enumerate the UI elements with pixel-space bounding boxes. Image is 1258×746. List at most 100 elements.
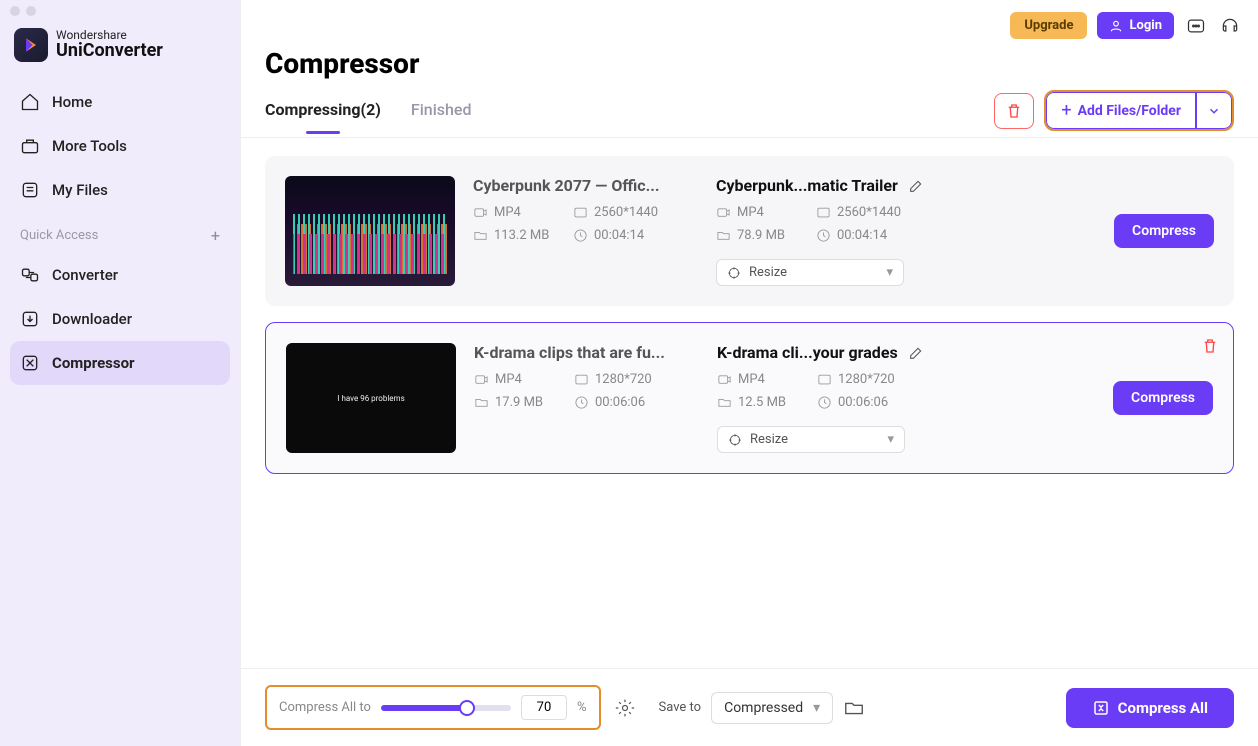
support-icon[interactable] (1218, 14, 1242, 38)
tab-finished[interactable]: Finished (411, 100, 472, 133)
logo-icon (14, 28, 48, 62)
folder-icon (717, 395, 732, 410)
add-quick-access-button[interactable]: + (211, 226, 220, 245)
settings-icon[interactable] (615, 698, 635, 718)
dot (26, 6, 36, 16)
compressor-icon (20, 353, 40, 373)
thumbnail[interactable] (285, 176, 455, 286)
meta-size: 78.9 MB (737, 228, 785, 243)
upgrade-button[interactable]: Upgrade (1010, 12, 1087, 39)
chevron-down-icon: ▾ (813, 700, 820, 716)
folder-icon (474, 395, 489, 410)
topbar: Upgrade Login (241, 0, 1258, 39)
open-folder-button[interactable] (843, 697, 865, 719)
compress-icon (1092, 699, 1110, 717)
resolution-icon (573, 205, 588, 220)
plus-icon: + (1061, 100, 1071, 121)
meta-res: 1280*720 (595, 372, 652, 387)
folder-icon (716, 228, 731, 243)
downloader-icon (20, 309, 40, 329)
resize-select[interactable]: Resize ▾ (716, 259, 904, 286)
quick-access-label: Quick Access (20, 228, 98, 243)
save-value: Compressed (724, 700, 803, 716)
file-card: Cyberpunk 2077 — Offic... MP4 2560*1440 … (265, 156, 1234, 306)
sidebar-item-downloader[interactable]: Downloader (10, 297, 230, 341)
edit-icon[interactable] (908, 345, 924, 361)
sidebar-item-label: More Tools (52, 137, 127, 155)
sidebar-item-compressor[interactable]: Compressor (10, 341, 230, 385)
sidebar-item-label: My Files (52, 181, 108, 199)
meta-size: 113.2 MB (494, 228, 549, 243)
file-card: I have 96 problems K-drama clips that ar… (265, 322, 1234, 474)
sidebar-item-converter[interactable]: Converter (10, 253, 230, 297)
chevron-down-icon: ▾ (886, 265, 893, 280)
thumbnail[interactable]: I have 96 problems (286, 343, 456, 453)
meta-res: 2560*1440 (594, 205, 658, 220)
tab-compressing[interactable]: Compressing(2) (265, 100, 381, 133)
meta-format: MP4 (738, 372, 765, 387)
meta-dur: 00:06:06 (595, 395, 645, 410)
compress-button[interactable]: Compress (1113, 381, 1213, 415)
page-title: Compressor (241, 39, 1258, 80)
slider-knob[interactable] (459, 700, 475, 716)
edit-icon[interactable] (908, 178, 924, 194)
delete-row-button[interactable] (1201, 337, 1219, 355)
app-logo: Wondershare UniConverter (0, 22, 240, 80)
video-icon (474, 372, 489, 387)
save-to-label: Save to (659, 700, 702, 715)
resolution-icon (816, 205, 831, 220)
resize-label: Resize (750, 432, 788, 447)
sidebar: Wondershare UniConverter Home More Tools… (0, 0, 240, 746)
chevron-down-icon (1207, 104, 1221, 118)
sidebar-item-label: Converter (52, 266, 118, 284)
meta-format: MP4 (494, 205, 521, 220)
output-title: Cyberpunk...matic Trailer (716, 176, 898, 195)
target-icon (728, 433, 742, 447)
clock-icon (816, 228, 831, 243)
delete-all-button[interactable] (994, 93, 1034, 129)
sidebar-item-label: Downloader (52, 310, 132, 328)
message-icon[interactable] (1184, 14, 1208, 38)
sidebar-item-my-files[interactable]: My Files (10, 168, 230, 212)
meta-res: 2560*1440 (837, 205, 901, 220)
compress-all-slider-box: Compress All to % (265, 685, 601, 730)
meta-res: 1280*720 (838, 372, 895, 387)
home-icon (20, 92, 40, 112)
sidebar-item-label: Home (52, 93, 92, 111)
sidebar-item-more-tools[interactable]: More Tools (10, 124, 230, 168)
chevron-down-icon: ▾ (887, 432, 894, 447)
trash-icon (1005, 102, 1023, 120)
sidebar-item-home[interactable]: Home (10, 80, 230, 124)
meta-size: 17.9 MB (495, 395, 543, 410)
resize-label: Resize (749, 265, 787, 280)
meta-dur: 00:04:14 (594, 228, 644, 243)
clock-icon (573, 228, 588, 243)
meta-size: 12.5 MB (738, 395, 786, 410)
brand-name: UniConverter (56, 41, 163, 61)
video-icon (716, 205, 731, 220)
resolution-icon (817, 372, 832, 387)
source-title: Cyberpunk 2077 — Offic... (473, 176, 698, 195)
resolution-icon (574, 372, 589, 387)
user-icon (1109, 19, 1123, 33)
folder-icon (473, 228, 488, 243)
toolbox-icon (20, 136, 40, 156)
compress-percent-input[interactable] (521, 695, 567, 720)
file-list: Cyberpunk 2077 — Offic... MP4 2560*1440 … (241, 138, 1258, 492)
compress-all-button[interactable]: Compress All (1066, 688, 1234, 728)
login-button[interactable]: Login (1097, 12, 1174, 39)
percent-symbol: % (577, 700, 587, 715)
meta-dur: 00:04:14 (837, 228, 887, 243)
meta-format: MP4 (495, 372, 522, 387)
add-files-button[interactable]: + Add Files/Folder (1046, 92, 1196, 129)
resize-select[interactable]: Resize ▾ (717, 426, 905, 453)
clock-icon (574, 395, 589, 410)
source-title: K-drama clips that are fu... (474, 343, 699, 362)
add-files-dropdown[interactable] (1196, 92, 1232, 129)
meta-format: MP4 (737, 205, 764, 220)
add-files-label: Add Files/Folder (1078, 103, 1181, 119)
compress-button[interactable]: Compress (1114, 214, 1214, 248)
bottom-bar: Compress All to % Save to Compressed ▾ C… (241, 668, 1258, 746)
save-location-select[interactable]: Compressed ▾ (711, 692, 833, 724)
compress-slider[interactable] (381, 705, 511, 711)
